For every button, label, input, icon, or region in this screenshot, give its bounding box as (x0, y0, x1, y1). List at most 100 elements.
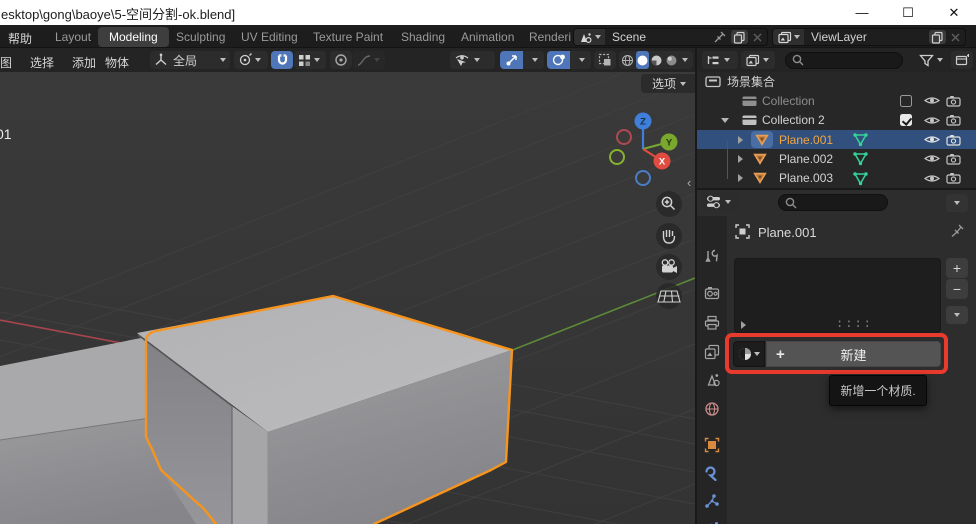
disable-render-camera-icon[interactable] (946, 153, 961, 165)
ortho-view-button[interactable] (656, 283, 682, 309)
tab-view-layer-icon[interactable] (704, 344, 720, 360)
copy-viewlayer-icon[interactable] (929, 30, 946, 44)
zoom-button[interactable] (656, 191, 682, 217)
maximize-button[interactable]: ☐ (886, 0, 930, 25)
disable-render-camera-icon[interactable] (946, 114, 961, 126)
help-menu[interactable]: 帮助 (2, 28, 38, 49)
scene-selector[interactable]: Scene (573, 28, 768, 46)
snap-to-dropdown[interactable] (294, 51, 326, 69)
add-material-slot-button[interactable]: + (946, 258, 968, 278)
shading-rendered-button[interactable] (665, 51, 679, 69)
disclosure-expanded-icon[interactable] (721, 118, 729, 123)
tab-shading[interactable]: Shading (390, 27, 456, 47)
scene-browse-button[interactable] (574, 29, 605, 45)
outliner-row-scene-collection[interactable]: 场景集合 (697, 72, 976, 91)
panel-expand-arrow[interactable] (741, 321, 746, 329)
outliner-row-plane-001[interactable]: Plane.001 (697, 130, 976, 149)
collection-exclude-checkbox[interactable] (900, 114, 912, 126)
outliner-filter-dropdown[interactable] (915, 51, 948, 69)
copy-scene-icon[interactable] (731, 30, 748, 44)
viewport-options-dropdown[interactable]: 选项 (641, 74, 697, 93)
overlays-dropdown[interactable] (573, 51, 591, 69)
shading-material-button[interactable] (650, 51, 664, 69)
disclosure-collapsed-icon[interactable] (738, 136, 743, 144)
tab-render-icon[interactable] (704, 285, 720, 301)
delete-viewlayer-icon[interactable] (948, 30, 963, 44)
snap-toggle[interactable] (271, 51, 293, 69)
disclosure-collapsed-icon[interactable] (738, 174, 743, 182)
proportional-edit-toggle[interactable] (330, 51, 352, 69)
pin-icon[interactable] (711, 30, 729, 44)
tab-texture-paint[interactable]: Texture Paint (302, 27, 394, 47)
tab-animation[interactable]: Animation (450, 27, 525, 47)
sidebar-collapse-arrow[interactable]: ‹ (687, 175, 691, 190)
outliner-display-mode-dropdown[interactable] (741, 51, 775, 69)
remove-material-slot-button[interactable]: − (946, 279, 968, 299)
camera-view-button[interactable] (656, 254, 682, 280)
object-visibility-dropdown[interactable] (450, 51, 495, 69)
hide-eye-icon[interactable] (924, 95, 940, 106)
pivot-point-dropdown[interactable] (234, 51, 268, 69)
tab-uv-editing[interactable]: UV Editing (230, 27, 309, 47)
shading-wireframe-button[interactable] (621, 51, 635, 69)
show-gizmo-toggle[interactable] (500, 51, 523, 69)
gizmo-x-neg[interactable] (617, 130, 631, 144)
tab-particles-icon[interactable] (704, 493, 720, 509)
tab-world-icon[interactable] (704, 401, 720, 417)
tab-scene-icon[interactable] (704, 372, 720, 388)
select-menu[interactable]: 选择 (26, 52, 58, 73)
panel-drag-handle[interactable]: :::: (836, 316, 873, 330)
tab-sculpting[interactable]: Sculpting (165, 27, 236, 47)
tab-modifiers-icon[interactable] (704, 465, 720, 481)
tab-object-icon[interactable] (704, 437, 720, 453)
pan-button[interactable] (656, 223, 682, 249)
shading-dropdown[interactable] (679, 51, 691, 69)
minimize-button[interactable]: — (840, 0, 884, 25)
view-menu[interactable]: 图 (0, 52, 16, 73)
object-menu[interactable]: 物体 (101, 52, 133, 73)
disable-render-camera-icon[interactable] (946, 134, 961, 146)
hide-eye-icon[interactable] (924, 115, 940, 126)
disclosure-collapsed-icon[interactable] (738, 155, 743, 163)
pin-icon[interactable] (950, 223, 965, 238)
outliner-row-collection[interactable]: Collection (697, 91, 976, 110)
outliner-row-plane-003[interactable]: Plane.003 (697, 168, 976, 187)
properties-editor-type-dropdown[interactable] (702, 193, 740, 211)
gizmo-dropdown[interactable] (526, 51, 544, 69)
new-collection-button[interactable] (951, 51, 973, 69)
shading-solid-button[interactable] (636, 51, 650, 69)
tab-output-icon[interactable] (704, 315, 720, 331)
viewlayer-selector[interactable]: ViewLayer (772, 28, 966, 46)
disable-render-camera-icon[interactable] (946, 172, 961, 184)
tab-tool-icon[interactable] (704, 248, 720, 264)
gizmo-y-neg[interactable] (610, 150, 624, 164)
tab-physics-icon[interactable] (704, 520, 720, 524)
collection-exclude-checkbox[interactable] (900, 95, 912, 107)
outliner-row-collection-2[interactable]: Collection 2 (697, 111, 976, 130)
xray-toggle[interactable] (594, 51, 616, 69)
transform-orientation-dropdown[interactable]: 全局 (150, 51, 230, 69)
outliner-search-input[interactable] (785, 52, 903, 69)
3d-viewport-canvas[interactable]: Z Y X (0, 72, 695, 524)
hide-eye-icon[interactable] (924, 173, 940, 184)
hide-eye-icon[interactable] (924, 153, 940, 164)
properties-options-dropdown[interactable] (946, 194, 968, 212)
show-overlays-toggle[interactable] (547, 51, 570, 69)
proportional-falloff-dropdown[interactable] (353, 51, 385, 69)
viewlayer-browse-button[interactable] (773, 29, 804, 45)
editor-divider-horizontal[interactable] (697, 188, 976, 190)
delete-scene-icon[interactable] (750, 30, 765, 44)
new-material-button[interactable]: + 新建 (766, 341, 941, 367)
outliner-row-plane-002[interactable]: Plane.002 (697, 149, 976, 168)
tab-modeling[interactable]: Modeling (98, 27, 169, 47)
properties-search-input[interactable] (778, 194, 888, 211)
material-specials-dropdown[interactable] (946, 306, 968, 324)
disable-render-camera-icon[interactable] (946, 95, 961, 107)
hide-eye-icon[interactable] (924, 134, 940, 145)
outliner-editor-type-dropdown[interactable] (702, 51, 738, 69)
tab-layout[interactable]: Layout (44, 27, 102, 47)
add-menu[interactable]: 添加 (68, 52, 100, 73)
browse-material-dropdown[interactable] (733, 341, 765, 367)
close-button[interactable]: ✕ (932, 0, 976, 25)
gizmo-z-neg[interactable] (636, 171, 650, 185)
